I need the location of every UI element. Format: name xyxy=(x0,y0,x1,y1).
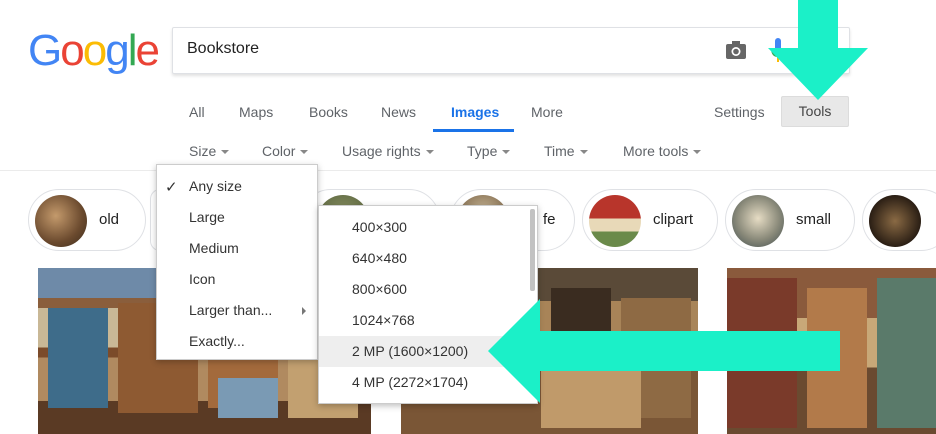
tab-books[interactable]: Books xyxy=(309,104,348,120)
chip-label: old xyxy=(99,211,120,228)
logo-letter: o xyxy=(82,26,108,75)
chevron-down-icon xyxy=(300,150,309,155)
chevron-down-icon xyxy=(502,150,511,155)
tools-button[interactable]: Tools xyxy=(781,96,849,127)
microphone-icon[interactable] xyxy=(771,38,785,64)
larger-than-option[interactable]: 1024×768 xyxy=(319,305,529,336)
submenu-scrollbar[interactable] xyxy=(530,209,535,291)
larger-than-option[interactable]: 400×300 xyxy=(319,212,529,243)
more-tools-label: More tools xyxy=(623,143,689,159)
size-option-any[interactable]: Any size xyxy=(189,178,242,194)
logo-letter: o xyxy=(60,26,85,75)
usage-rights-label: Usage rights xyxy=(342,143,421,159)
chevron-down-icon xyxy=(425,150,434,155)
chip-label: clipart xyxy=(653,211,694,228)
tab-news[interactable]: News xyxy=(381,104,416,120)
size-option-larger-than[interactable]: Larger than... xyxy=(189,302,272,318)
chip-thumbnail xyxy=(35,195,87,247)
settings-link[interactable]: Settings xyxy=(714,104,765,120)
suggestion-chip[interactable]: small xyxy=(725,189,855,251)
larger-than-option[interactable]: 640×480 xyxy=(319,243,529,274)
time-dropdown[interactable]: Time xyxy=(544,143,588,159)
chevron-down-icon xyxy=(579,150,588,155)
size-label: Size xyxy=(189,143,217,159)
header-divider xyxy=(0,170,936,171)
checkmark-icon: ✓ xyxy=(165,179,178,196)
search-box xyxy=(172,27,850,74)
logo-letter: G xyxy=(28,26,62,75)
larger-than-submenu: 400×300 640×480 800×600 1024×768 2 MP (1… xyxy=(318,205,538,404)
suggestion-chip[interactable]: clipart xyxy=(582,189,718,251)
larger-than-option[interactable]: 800×600 xyxy=(319,274,529,305)
search-input[interactable] xyxy=(187,40,707,58)
logo-letter: g xyxy=(105,26,130,75)
usage-rights-dropdown[interactable]: Usage rights xyxy=(342,143,434,159)
size-option-large[interactable]: Large xyxy=(189,209,225,225)
image-result[interactable] xyxy=(727,268,936,434)
suggestion-chip[interactable] xyxy=(862,189,936,251)
more-tools-dropdown[interactable]: More tools xyxy=(623,143,702,159)
suggestion-chip[interactable]: old xyxy=(28,189,146,251)
tab-images[interactable]: Images xyxy=(451,104,499,120)
chip-thumbnail xyxy=(869,195,921,247)
bookstore-photo xyxy=(727,278,936,428)
chip-thumbnail xyxy=(732,195,784,247)
chevron-right-icon xyxy=(302,307,306,315)
google-logo[interactable]: Google xyxy=(28,26,160,76)
chip-label: small xyxy=(796,211,832,228)
color-label: Color xyxy=(262,143,296,159)
chip-thumbnail xyxy=(589,195,641,247)
time-label: Time xyxy=(544,143,575,159)
size-option-exactly[interactable]: Exactly... xyxy=(189,333,245,349)
size-option-medium[interactable]: Medium xyxy=(189,240,239,256)
camera-icon[interactable] xyxy=(725,40,747,60)
tab-more[interactable]: More xyxy=(531,104,563,120)
size-dropdown[interactable]: Size xyxy=(189,143,230,159)
active-tab-underline xyxy=(433,129,514,132)
type-label: Type xyxy=(467,143,498,159)
larger-than-option-highlighted[interactable]: 2 MP (1600×1200) xyxy=(319,336,529,367)
chevron-down-icon xyxy=(221,150,230,155)
logo-letter: e xyxy=(135,26,160,75)
chip-label: fe xyxy=(543,211,556,228)
tab-maps[interactable]: Maps xyxy=(239,104,273,120)
color-dropdown[interactable]: Color xyxy=(262,143,309,159)
chevron-down-icon xyxy=(693,150,702,155)
type-dropdown[interactable]: Type xyxy=(467,143,511,159)
larger-than-option[interactable]: 4 MP (2272×1704) xyxy=(319,367,529,398)
size-menu: ✓ Any size Large Medium Icon Larger than… xyxy=(156,164,318,360)
tab-all[interactable]: All xyxy=(189,104,205,120)
size-option-icon[interactable]: Icon xyxy=(189,271,215,287)
